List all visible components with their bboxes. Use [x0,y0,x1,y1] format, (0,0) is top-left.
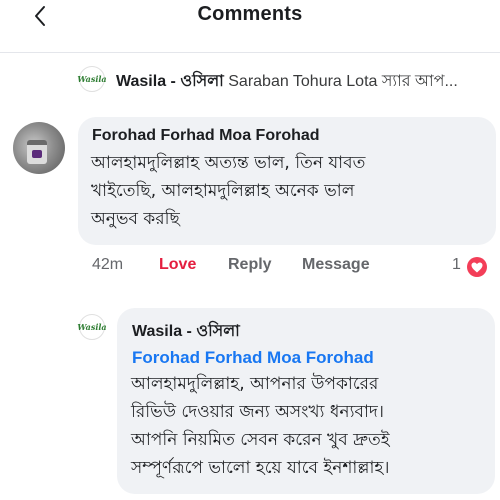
reply-line: আলহামদুলিল্লাহ, আপনার উপকারের [131,374,379,394]
header-bar: Comments [0,0,500,34]
comment-bubble: Forohad Forhad Moa Forohad আলহামদুলিল্লা… [78,117,496,245]
comment-author[interactable]: Forohad Forhad Moa Forohad [92,127,320,145]
reply-bubble: Wasila - ওসিলা Forohad Forhad Moa Foroha… [117,308,495,494]
post-preview[interactable]: Wasila Wasila - ওসিলা Saraban Tohura Lot… [0,62,500,96]
love-button[interactable]: Love [159,256,196,274]
reaction-count: 1 [452,256,461,273]
reply-mention[interactable]: Forohad Forhad Moa Forohad [132,348,374,368]
comment-text: আলহামদুলিল্লাহ অত্যন্ত ভাল, তিন যাবত খাই… [91,149,491,233]
post-preview-text: Wasila - ওসিলা Saraban Tohura Lota স্যার… [116,68,496,95]
reply-line: আপনি নিয়মিত সেবন করেন খুব দ্রুতই [131,430,390,450]
commenter-avatar[interactable] [13,122,65,174]
post-snippet: Saraban Tohura Lota স্যার আপ... [223,73,458,90]
message-button[interactable]: Message [302,256,370,274]
comment-line: আলহামদুলিল্লাহ অত্যন্ত ভাল, তিন যাবত [91,153,366,173]
page-logo: Wasila [77,66,107,92]
reply-button[interactable]: Reply [228,256,272,274]
reply-text: আলহামদুলিল্লাহ, আপনার উপকারের রিভিউ দেওয… [131,370,493,482]
post-page-name: Wasila - ওসিলা [116,73,224,90]
reply-author[interactable]: Wasila - ওসিলা [132,318,240,345]
comment-timestamp: 42m [92,256,124,273]
page-title: Comments [197,3,303,25]
header-divider [0,52,500,53]
reply-line: সম্পূর্ণরূপে ভালো হয়ে যাবে ইনশাল্লাহ। [131,458,390,478]
comment-line: খাইতেছি, আলহামদুলিল্লাহ অনেক ভাল [91,181,355,201]
comment-actions: 42m Love Reply Message 1 [0,254,500,280]
reply-line: রিভিউ দেওয়ার জন্য অসংখ্য ধন্যবাদ। [131,402,384,422]
reply-author-logo[interactable]: Wasila [77,314,107,340]
comment-line: অনুভব করছি [91,209,180,229]
heart-icon[interactable] [467,257,487,277]
